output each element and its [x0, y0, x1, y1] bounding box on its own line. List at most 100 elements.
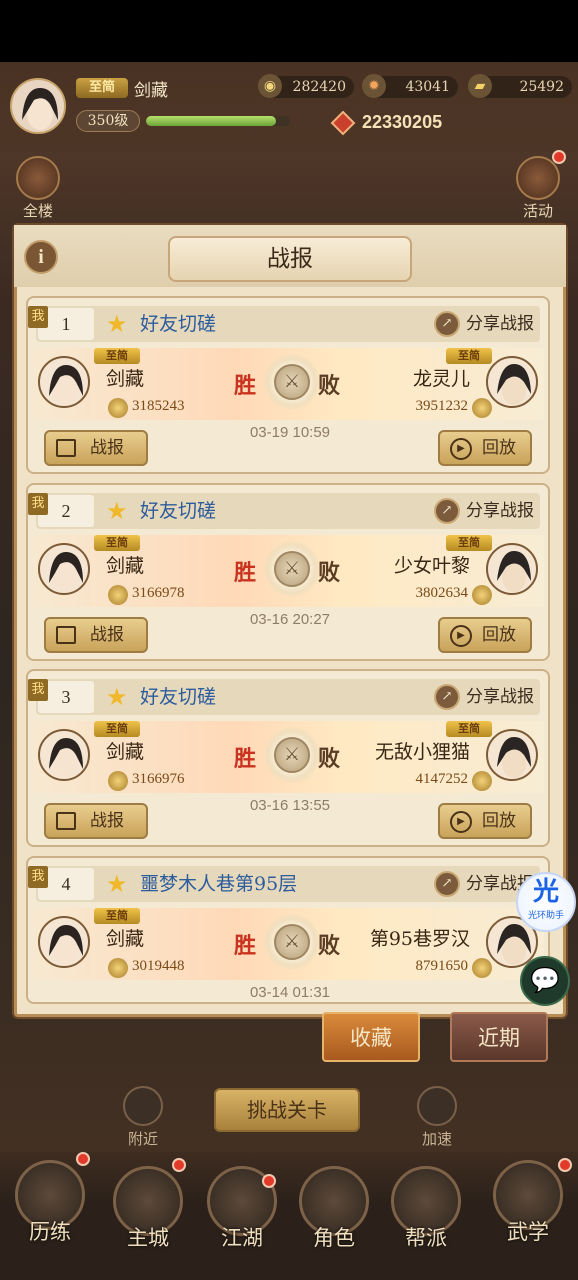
me-badge: 我 — [28, 866, 48, 888]
chat-bubble-icon[interactable]: 💬 — [520, 956, 570, 1006]
my-vip-tag: 至简 — [94, 535, 140, 551]
card-header: 1 ★ 好友切磋 ↗ 分享战报 — [36, 306, 540, 342]
opponent-vip-tag: 至简 — [446, 721, 492, 737]
my-avatar[interactable] — [38, 543, 90, 595]
share-label: 分享战报 — [466, 687, 534, 707]
nav-character[interactable]: 角色 — [294, 1166, 374, 1252]
coin-value: 282420 — [292, 79, 346, 95]
share-icon: ↗ — [434, 871, 460, 897]
gold-value: 25492 — [519, 79, 564, 95]
xp-bar — [146, 116, 290, 126]
left-side-label: 全楼 — [22, 202, 53, 220]
nav-dot-jianghu — [262, 1174, 276, 1188]
battle-card-4: 4 ★ 噩梦木人巷第95层 ↗ 分享战报 我 至简 剑藏 3019448 ⚔ 胜… — [26, 856, 550, 1004]
report-label: 战报 — [90, 625, 124, 645]
speedup-button[interactable]: 加速 — [412, 1086, 462, 1149]
power-icon — [108, 398, 128, 418]
my-power: 3166976 — [132, 771, 185, 787]
nav-city[interactable]: 主城 — [108, 1166, 188, 1252]
battle-time: 03-16 20:27 — [249, 611, 331, 628]
share-icon: ↗ — [434, 498, 460, 524]
me-badge: 我 — [28, 679, 48, 701]
challenge-button[interactable]: 挑战关卡 — [214, 1088, 360, 1132]
battle-type: 好友切磋 — [140, 313, 217, 335]
tab-recent[interactable]: 近期 — [450, 1012, 548, 1062]
win-label: 胜 — [234, 933, 257, 959]
report-button[interactable]: 战报 — [44, 617, 148, 653]
my-avatar[interactable] — [38, 356, 90, 408]
my-power: 3019448 — [132, 958, 185, 974]
play-icon: ▶ — [450, 625, 472, 647]
battle-time: 03-16 13:55 — [249, 797, 331, 814]
star-icon: ★ — [106, 683, 128, 711]
play-icon: ▶ — [450, 438, 472, 460]
me-badge: 我 — [28, 493, 48, 515]
nearby-label: 附近 — [127, 1130, 158, 1148]
power-icon — [472, 585, 492, 605]
star-icon: ★ — [106, 870, 128, 898]
nav-dot-training — [76, 1152, 90, 1166]
replay-button[interactable]: ▶ 回放 — [438, 617, 532, 653]
win-label: 胜 — [234, 373, 257, 399]
battle-time: 03-19 10:59 — [249, 424, 331, 441]
opponent-avatar[interactable] — [486, 543, 538, 595]
battle-card-3: 3 ★ 好友切磋 ↗ 分享战报 我 至简 剑藏 3166976 ⚔ 胜 败 03… — [26, 669, 550, 847]
nearby-button[interactable]: 附近 — [118, 1086, 168, 1149]
my-name: 剑藏 — [106, 741, 145, 763]
activity-button[interactable]: 活动 — [512, 156, 564, 220]
lose-label: 败 — [318, 560, 341, 586]
ingot-icon: ✹ — [362, 74, 386, 98]
battle-card-2: 2 ★ 好友切磋 ↗ 分享战报 我 至简 剑藏 3166978 ⚔ 胜 败 03… — [26, 483, 550, 661]
opponent-power: 3951232 — [415, 398, 469, 414]
versus-emblem: ⚔ — [264, 541, 320, 597]
left-side-button[interactable]: 全楼 — [12, 156, 64, 220]
share-label: 分享战报 — [466, 314, 534, 334]
share-icon: ↗ — [434, 311, 460, 337]
share-report-button[interactable]: ↗ 分享战报 — [434, 681, 534, 713]
opponent-name: 少女叶黎 — [393, 555, 470, 577]
tab-favorite[interactable]: 收藏 — [322, 1012, 420, 1062]
lose-label: 败 — [318, 933, 341, 959]
report-icon — [56, 626, 76, 644]
star-icon: ★ — [106, 497, 128, 525]
share-report-button[interactable]: ↗ 分享战报 — [434, 495, 534, 527]
my-avatar[interactable] — [38, 916, 90, 968]
coin-counter[interactable]: ◉ 282420 — [258, 74, 354, 98]
xp-bar-fill — [146, 116, 276, 126]
lose-label: 败 — [318, 373, 341, 399]
nav-guild[interactable]: 帮派 — [386, 1166, 466, 1252]
replay-button[interactable]: ▶ 回放 — [438, 803, 532, 839]
nav-martial[interactable]: 武学 — [488, 1160, 568, 1246]
assistant-float-button[interactable]: 光 光环助手 — [516, 872, 576, 932]
report-button[interactable]: 战报 — [44, 430, 148, 466]
opponent-avatar[interactable] — [486, 356, 538, 408]
replay-label: 回放 — [482, 438, 516, 458]
opponent-avatar[interactable] — [486, 729, 538, 781]
replay-button[interactable]: ▶ 回放 — [438, 430, 532, 466]
power-value: 22330205 — [362, 112, 443, 132]
people-icon — [123, 1086, 163, 1126]
pavilion-icon — [16, 156, 60, 200]
me-badge: 我 — [28, 306, 48, 328]
info-button[interactable]: i — [24, 240, 58, 274]
report-label: 战报 — [90, 438, 124, 458]
speedup-label: 加速 — [421, 1130, 452, 1148]
gold-counter[interactable]: ▰ 25492 — [468, 74, 572, 98]
player-avatar[interactable] — [10, 78, 66, 134]
share-report-button[interactable]: ↗ 分享战报 — [434, 308, 534, 340]
play-icon: ▶ — [450, 811, 472, 833]
card-header: 2 ★ 好友切磋 ↗ 分享战报 — [36, 493, 540, 529]
card-header: 3 ★ 好友切磋 ↗ 分享战报 — [36, 679, 540, 715]
replay-label: 回放 — [482, 625, 516, 645]
ingot-counter[interactable]: ✹ 43041 — [362, 74, 458, 98]
speedup-icon — [417, 1086, 457, 1126]
player-name: 剑藏 — [134, 81, 168, 101]
win-label: 胜 — [234, 560, 257, 586]
opponent-name: 第95巷罗汉 — [369, 928, 470, 950]
my-avatar[interactable] — [38, 729, 90, 781]
coin-icon: ◉ — [258, 74, 282, 98]
nav-training[interactable]: 历练 — [10, 1160, 90, 1246]
report-icon — [56, 812, 76, 830]
report-button[interactable]: 战报 — [44, 803, 148, 839]
panel-title: 战报 — [168, 236, 412, 282]
